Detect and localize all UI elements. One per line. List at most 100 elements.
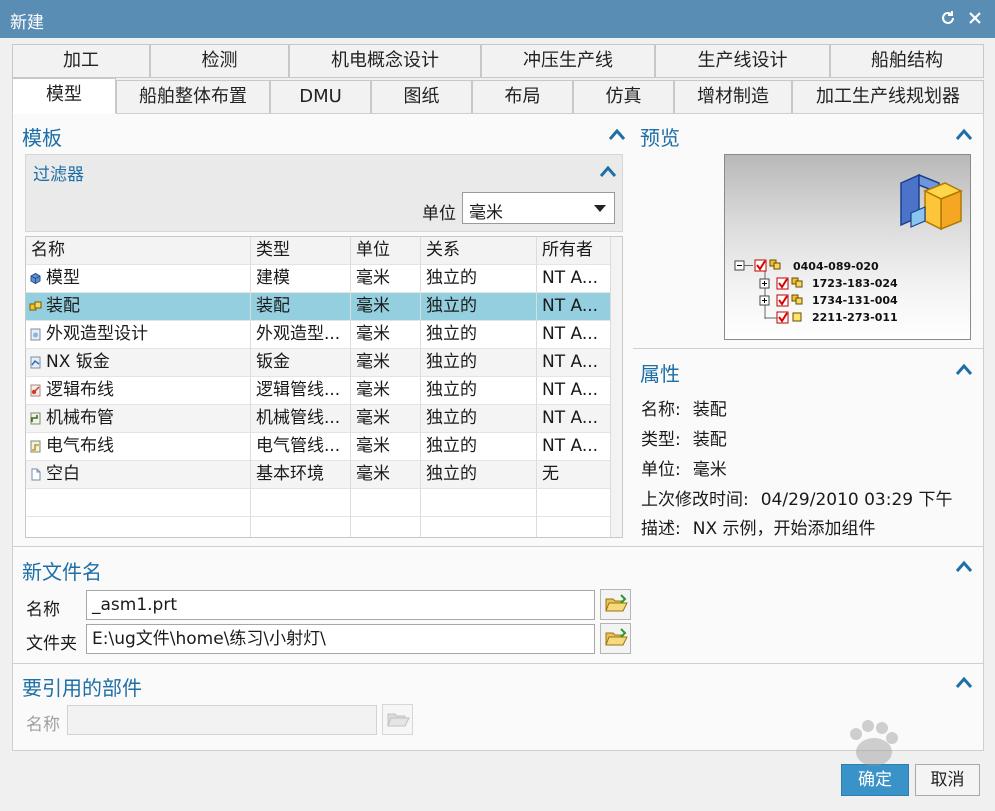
browse-name-button[interactable] xyxy=(600,589,631,620)
tree-node: 2211-273-011 xyxy=(812,311,898,324)
chevron-down-icon xyxy=(594,205,606,212)
row-owner: 无 xyxy=(537,461,612,489)
column-header-unit[interactable]: 单位 xyxy=(351,237,421,265)
browse-referenced-button[interactable] xyxy=(382,704,413,735)
row-relation: 独立的 xyxy=(421,265,537,293)
tab-line-design[interactable]: 生产线设计 xyxy=(655,44,830,78)
table-scrollbar[interactable] xyxy=(610,237,622,537)
preview-image: 0404-089-020 1723-183-024 1734-131-004 2… xyxy=(724,154,971,340)
column-header-relation[interactable]: 关系 xyxy=(421,237,537,265)
tab-press-line[interactable]: 冲压生产线 xyxy=(481,44,655,78)
row-unit: 毫米 xyxy=(351,433,421,461)
folder-open-icon xyxy=(387,713,410,727)
table-row[interactable]: 外观造型设计 外观造型... 毫米 独立的 NT A... xyxy=(26,321,612,349)
row-relation: 独立的 xyxy=(421,349,537,377)
shape-studio-icon xyxy=(30,328,41,341)
row-unit: 毫米 xyxy=(351,293,421,321)
file-name-input[interactable]: _asm1.prt xyxy=(86,590,595,620)
row-relation: 独立的 xyxy=(421,293,537,321)
divider xyxy=(633,348,983,349)
table-row[interactable]: 电气布线 电气管线... 毫米 独立的 NT A... xyxy=(26,433,612,461)
close-icon[interactable] xyxy=(964,7,986,29)
row-unit: 毫米 xyxy=(351,321,421,349)
row-name: 机械布管 xyxy=(46,408,114,428)
tab-dmu[interactable]: DMU xyxy=(270,80,371,114)
tab-drawing[interactable]: 图纸 xyxy=(371,80,472,114)
tab-machining[interactable]: 加工 xyxy=(12,44,150,78)
table-row-empty xyxy=(26,517,612,537)
nx-assembly-logo-icon xyxy=(900,173,963,231)
row-owner: NT A... xyxy=(537,377,612,405)
row-name: 电气布线 xyxy=(46,436,114,456)
row-relation: 独立的 xyxy=(421,433,537,461)
referenced-name-input[interactable] xyxy=(67,705,377,735)
new-file-collapse-icon[interactable] xyxy=(954,558,974,574)
referenced-part-section-title: 要引用的部件 xyxy=(22,676,142,700)
row-type: 机械管线... xyxy=(251,405,351,433)
row-type: 逻辑管线... xyxy=(251,377,351,405)
title-bar: 新建 xyxy=(0,0,995,38)
property-type: 类型: 装配 xyxy=(641,430,727,450)
column-header-type[interactable]: 类型 xyxy=(251,237,351,265)
row-name: 外观造型设计 xyxy=(46,324,148,344)
table-row[interactable]: 逻辑布线 逻辑管线... 毫米 独立的 NT A... xyxy=(26,377,612,405)
row-unit: 毫米 xyxy=(351,377,421,405)
tab-inspection[interactable]: 检测 xyxy=(150,44,289,78)
tab-ship-arrangement[interactable]: 船舶整体布置 xyxy=(116,80,270,114)
row-type: 装配 xyxy=(251,293,351,321)
row-owner: NT A... xyxy=(537,293,612,321)
window-title: 新建 xyxy=(10,13,44,33)
referenced-part-collapse-icon[interactable] xyxy=(954,674,974,690)
properties-collapse-icon[interactable] xyxy=(954,361,974,377)
electrical-routing-icon xyxy=(30,440,41,453)
tab-additive[interactable]: 增材制造 xyxy=(674,80,792,114)
property-unit: 单位: 毫米 xyxy=(641,460,727,480)
row-name: 空白 xyxy=(46,464,80,484)
sheet-metal-icon xyxy=(30,356,41,369)
table-row[interactable]: NX 钣金 钣金 毫米 独立的 NT A... xyxy=(26,349,612,377)
row-owner: NT A... xyxy=(537,405,612,433)
column-header-name[interactable]: 名称 xyxy=(26,237,251,265)
folder-open-icon xyxy=(605,594,628,612)
table-row[interactable]: 模型 建模 毫米 独立的 NT A... xyxy=(26,265,612,293)
row-type: 外观造型... xyxy=(251,321,351,349)
row-relation: 独立的 xyxy=(421,377,537,405)
table-row-selected[interactable]: 装配 装配 毫米 独立的 NT A... xyxy=(26,293,612,321)
unit-select[interactable]: 毫米 xyxy=(462,192,615,224)
divider xyxy=(13,546,983,547)
preview-collapse-icon[interactable] xyxy=(954,126,974,142)
filter-collapse-icon[interactable] xyxy=(598,163,618,179)
properties-section-title: 属性 xyxy=(640,362,680,386)
template-table: 名称 类型 单位 关系 所有者 模型 建模 毫米 独立的 NT A... 装配 … xyxy=(25,236,623,538)
unit-select-value: 毫米 xyxy=(469,203,503,223)
tab-simulation[interactable]: 仿真 xyxy=(573,80,674,114)
row-unit: 毫米 xyxy=(351,405,421,433)
file-name-label: 名称 xyxy=(26,600,60,620)
row-unit: 毫米 xyxy=(351,265,421,293)
assembly-icon xyxy=(29,301,42,311)
refresh-icon[interactable] xyxy=(937,7,959,29)
column-header-owner[interactable]: 所有者 xyxy=(537,237,612,265)
tab-mechatronics[interactable]: 机电概念设计 xyxy=(289,44,481,78)
referenced-name-label: 名称 xyxy=(26,715,60,735)
folder-open-icon xyxy=(605,628,628,646)
divider xyxy=(13,663,983,664)
mechanical-routing-icon xyxy=(30,412,41,425)
blank-icon xyxy=(31,468,41,481)
row-owner: NT A... xyxy=(537,321,612,349)
tab-layout[interactable]: 布局 xyxy=(472,80,573,114)
browse-folder-button[interactable] xyxy=(600,623,631,654)
preview-section-title: 预览 xyxy=(640,126,680,150)
table-row[interactable]: 机械布管 机械管线... 毫米 独立的 NT A... xyxy=(26,405,612,433)
property-name: 名称: 装配 xyxy=(641,400,727,420)
row-type: 钣金 xyxy=(251,349,351,377)
filter-title: 过滤器 xyxy=(33,165,84,185)
folder-input[interactable]: E:\ug文件\home\练习\小射灯\ xyxy=(86,624,595,654)
tree-node: 1734-131-004 xyxy=(812,294,898,307)
table-row[interactable]: 空白 基本环境 毫米 独立的 无 xyxy=(26,461,612,489)
template-collapse-icon[interactable] xyxy=(607,126,627,142)
tab-ship-structure[interactable]: 船舶结构 xyxy=(830,44,984,78)
tab-line-planner[interactable]: 加工生产线规划器 xyxy=(792,80,984,114)
row-name: 逻辑布线 xyxy=(46,380,114,400)
tab-model[interactable]: 模型 xyxy=(12,78,116,114)
